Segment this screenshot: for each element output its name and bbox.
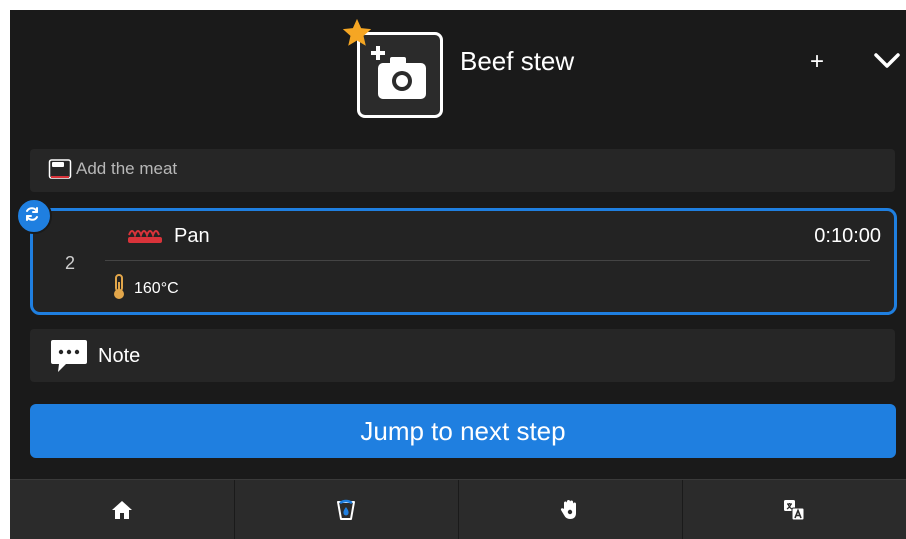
sync-badge[interactable] (16, 198, 52, 234)
add-photo-icon (371, 46, 426, 99)
current-step-card[interactable]: 2 Pan 0:10:00 160°C (30, 208, 897, 315)
note-row[interactable]: Note (30, 329, 895, 382)
nav-hand[interactable] (458, 480, 683, 539)
step-time: 0:10:00 (814, 225, 881, 247)
cooking-mode-label: Pan (174, 225, 210, 247)
nav-home[interactable] (10, 480, 235, 539)
step-number: 2 (65, 253, 76, 273)
pan-icon (128, 230, 162, 243)
nav-cleaning[interactable] (234, 480, 459, 539)
speech-bubble-icon (51, 340, 87, 372)
note-label: Note (98, 345, 141, 367)
bottom-navigation (10, 479, 906, 539)
thermometer-icon (114, 274, 124, 299)
tray-icon (48, 159, 72, 179)
sync-icon (26, 207, 38, 221)
recipe-title: Beef stew (460, 46, 575, 76)
previous-step-row[interactable]: Add the meat (30, 149, 895, 192)
star-icon (342, 18, 372, 46)
translate-icon (784, 500, 805, 521)
jump-to-next-step-button[interactable]: Jump to next step (30, 404, 896, 458)
step-temperature: 160°C (134, 280, 179, 297)
cleaning-icon (337, 499, 355, 520)
chevron-down-icon[interactable] (874, 52, 900, 70)
app-screen: Beef stew + Add the meat 2 Pan 0:10:00 1… (10, 10, 906, 539)
previous-step-label: Add the meat (76, 159, 178, 178)
hand-icon (560, 500, 576, 519)
step-divider (105, 260, 870, 261)
header: Beef stew + (10, 10, 906, 140)
nav-translate[interactable] (682, 480, 906, 539)
add-button[interactable]: + (805, 48, 829, 76)
home-icon (112, 501, 132, 519)
